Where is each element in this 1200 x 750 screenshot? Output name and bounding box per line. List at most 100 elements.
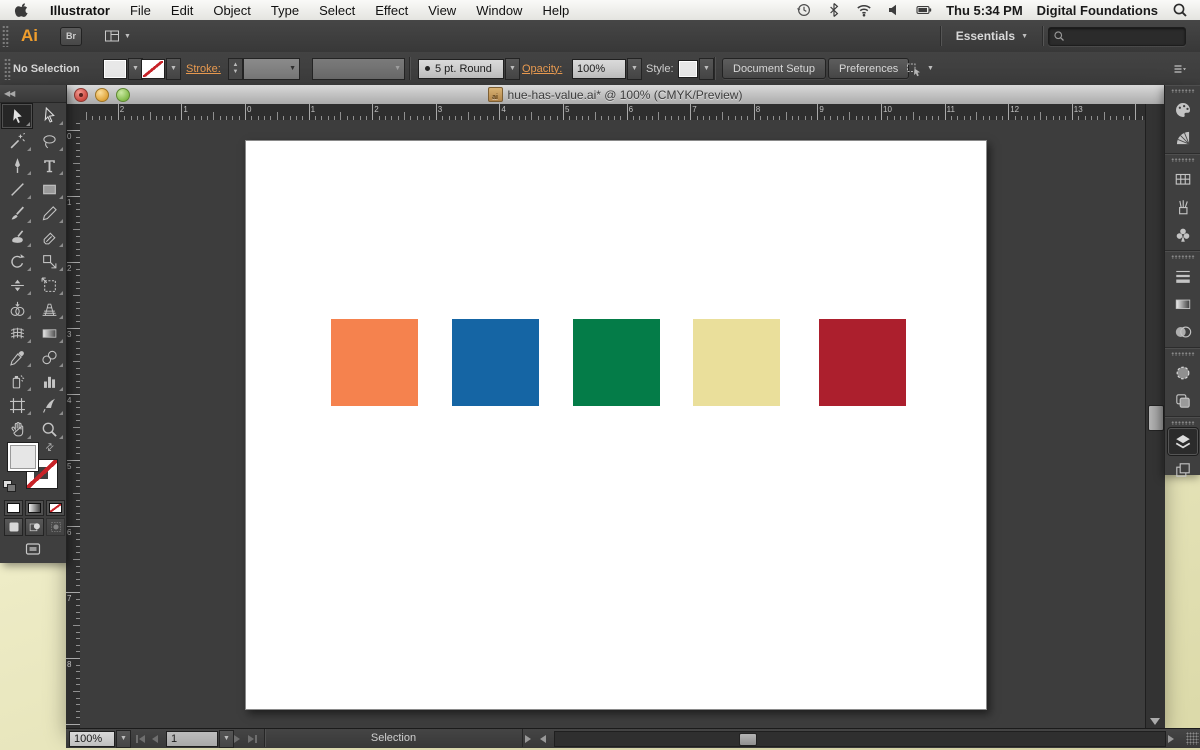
default-fill-stroke-icon[interactable] (3, 480, 15, 492)
vertical-ruler[interactable]: 012345678 (66, 120, 81, 728)
dock-stroke-panel-button[interactable] (1168, 262, 1198, 289)
blue-square[interactable] (452, 319, 539, 406)
stroke-profile-select[interactable]: ▼ (312, 58, 405, 80)
none-mode-button[interactable] (46, 500, 65, 516)
tool-pencil-tool[interactable] (33, 201, 65, 225)
minimize-window-button[interactable] (95, 88, 109, 102)
menu-item-edit[interactable]: Edit (161, 3, 203, 18)
tool-blob-brush-tool[interactable] (1, 225, 33, 249)
green-square[interactable] (573, 319, 660, 406)
tool-free-transform-tool[interactable] (33, 273, 65, 297)
spotlight-icon[interactable] (1172, 2, 1188, 18)
document-title-bar[interactable]: ai hue-has-value.ai* @ 100% (CMYK/Previe… (66, 85, 1164, 105)
preferences-button[interactable]: Preferences (828, 58, 909, 79)
menu-bar-user-name[interactable]: Digital Foundations (1037, 3, 1158, 18)
color-mode-button[interactable] (4, 500, 23, 516)
menu-item-help[interactable]: Help (532, 3, 579, 18)
horizontal-ruler[interactable]: 21012345678910111213 (80, 104, 1145, 121)
menu-item-effect[interactable]: Effect (365, 3, 418, 18)
tool-selection-tool[interactable] (1, 103, 33, 129)
draw-normal-button[interactable] (4, 518, 23, 536)
tool-shape-builder-tool[interactable] (1, 297, 33, 321)
tool-eyedropper-tool[interactable] (1, 345, 33, 369)
stroke-panel-link[interactable]: Stroke: (186, 52, 221, 85)
dock-layers-panel-button[interactable] (1168, 428, 1198, 455)
artboard-number-input[interactable]: 1 (166, 731, 218, 747)
zoom-window-button[interactable] (116, 88, 130, 102)
tool-slice-tool[interactable] (33, 393, 65, 417)
tool-pen-tool[interactable] (1, 153, 33, 177)
dock-grip[interactable] (1165, 348, 1200, 358)
style-swatch[interactable] (678, 60, 698, 78)
fill-color-swatch[interactable] (103, 59, 127, 79)
scroll-right-arrow[interactable] (1168, 729, 1174, 748)
stroke-weight-select[interactable]: ▼ (243, 58, 300, 80)
tool-paintbrush-tool[interactable] (1, 201, 33, 225)
dock-symbols-panel-button[interactable] (1168, 221, 1198, 248)
dock-gradient-panel-button[interactable] (1168, 290, 1198, 317)
swap-fill-stroke-icon[interactable]: ⇄ (43, 441, 57, 455)
status-display-area[interactable]: Selection (264, 729, 523, 747)
tool-rectangle-tool[interactable] (33, 177, 65, 201)
volume-icon[interactable] (886, 2, 902, 18)
apple-menu-icon[interactable] (14, 2, 30, 18)
previous-artboard-button[interactable] (152, 729, 158, 748)
dock-graphic-styles-panel-button[interactable] (1168, 387, 1198, 414)
tool-zoom-tool[interactable] (33, 417, 65, 441)
zoom-level-dropdown[interactable]: ▼ (116, 730, 131, 748)
stroke-color-dropdown[interactable]: ▼ (166, 58, 181, 80)
next-artboard-button[interactable] (234, 729, 240, 748)
artboard[interactable] (245, 140, 987, 710)
canvas-pasteboard[interactable] (80, 120, 1145, 728)
opacity-input[interactable]: 100% (572, 59, 626, 79)
tool-direct-selection-tool[interactable] (33, 103, 65, 127)
menu-bar-clock[interactable]: Thu 5:34 PM (946, 3, 1023, 18)
cream-square[interactable] (693, 319, 780, 406)
artboard-dropdown[interactable]: ▼ (219, 730, 234, 748)
style-dropdown[interactable]: ▼ (699, 58, 714, 80)
tool-type-tool[interactable] (33, 153, 65, 177)
arrange-documents-button[interactable]: ▼ (104, 28, 131, 44)
tool-blend-tool[interactable] (33, 345, 65, 369)
dock-grip[interactable] (1165, 251, 1200, 261)
tool-magic-wand-tool[interactable] (1, 129, 33, 153)
fill-indicator[interactable] (7, 442, 39, 472)
go-to-bridge-button[interactable]: Br (60, 27, 82, 46)
dock-color-panel-button[interactable] (1168, 96, 1198, 123)
tool-hand-tool[interactable] (1, 417, 33, 441)
first-artboard-button[interactable] (136, 729, 145, 748)
dock-grip[interactable] (1165, 154, 1200, 164)
tool-symbol-sprayer-tool[interactable] (1, 369, 33, 393)
menu-item-select[interactable]: Select (309, 3, 365, 18)
draw-inside-button[interactable] (46, 518, 65, 536)
opacity-dropdown[interactable]: ▼ (627, 58, 642, 80)
tool-rotate-tool[interactable] (1, 249, 33, 273)
draw-behind-button[interactable] (25, 518, 44, 536)
horizontal-scrollbar-thumb[interactable] (739, 733, 757, 746)
menu-item-window[interactable]: Window (466, 3, 532, 18)
menu-item-view[interactable]: View (418, 3, 466, 18)
dock-grip[interactable] (1165, 85, 1200, 95)
tool-line-segment-tool[interactable] (1, 177, 33, 201)
gradient-mode-button[interactable] (25, 500, 44, 516)
scroll-down-arrow[interactable] (1150, 718, 1160, 725)
dock-appearance-panel-button[interactable] (1168, 359, 1198, 386)
brush-definition-dropdown[interactable]: ▼ (505, 58, 520, 80)
select-similar-icon[interactable] (906, 61, 922, 77)
horizontal-scrollbar[interactable] (554, 731, 1166, 747)
menu-item-object[interactable]: Object (203, 3, 261, 18)
document-setup-button[interactable]: Document Setup (722, 58, 826, 79)
battery-icon[interactable] (916, 2, 932, 18)
tool-column-graph-tool[interactable] (33, 369, 65, 393)
tool-width-tool[interactable] (1, 273, 33, 297)
dock-swatches-panel-button[interactable] (1168, 165, 1198, 192)
orange-square[interactable] (331, 319, 418, 406)
tool-perspective-grid-tool[interactable] (33, 297, 65, 321)
vertical-scrollbar[interactable] (1145, 104, 1165, 728)
tools-palette-header[interactable]: ◀◀ (0, 85, 66, 103)
tool-scale-tool[interactable] (33, 249, 65, 273)
dock-artboards-panel-button[interactable] (1168, 456, 1198, 483)
red-square[interactable] (819, 319, 906, 406)
brush-definition-select[interactable]: 5 pt. Round (418, 59, 504, 79)
dock-grip[interactable] (1165, 417, 1200, 427)
